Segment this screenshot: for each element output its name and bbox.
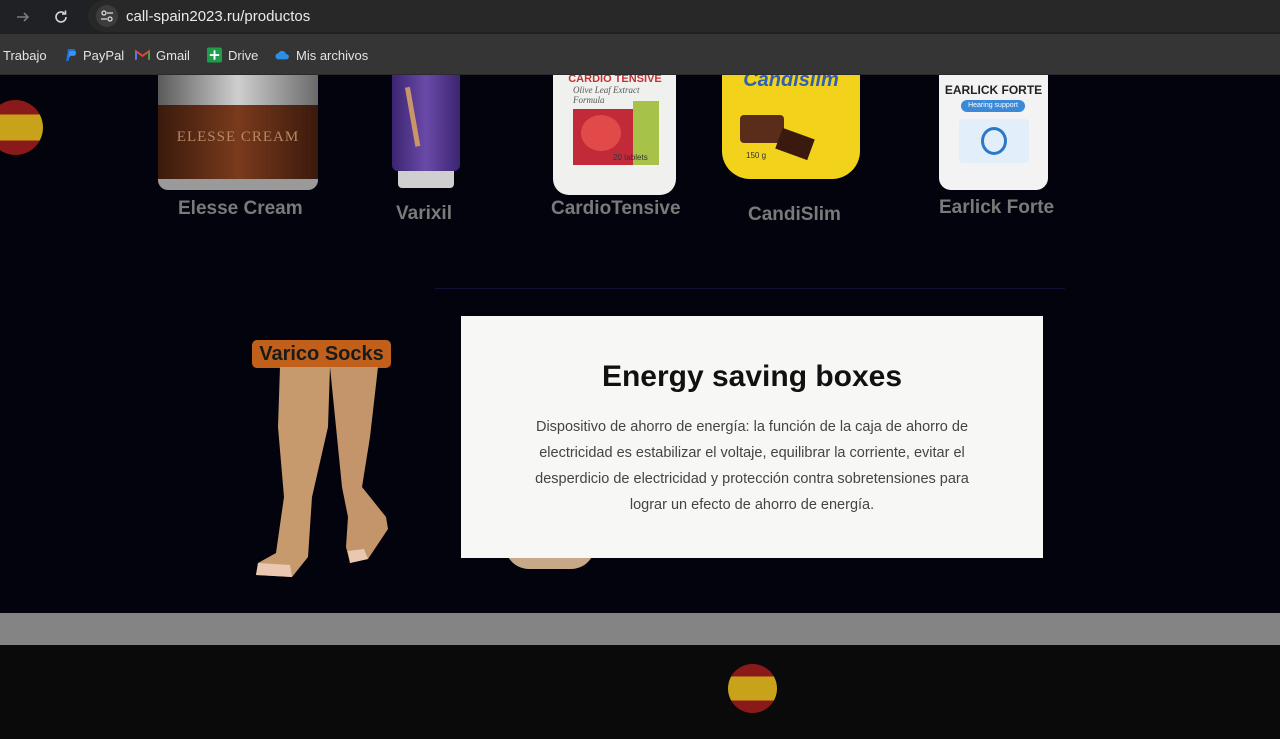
reload-icon[interactable] <box>49 5 73 29</box>
product-name-candislim[interactable]: CandiSlim <box>748 204 841 226</box>
bookmark-paypal[interactable]: PayPal <box>62 47 124 63</box>
product-image-cardiotensive[interactable]: CARDIO TENSIVE Olive Leaf Extract Formul… <box>553 75 676 195</box>
product-name-elesse-cream[interactable]: Elesse Cream <box>178 198 303 220</box>
product-image-candislim[interactable]: Candislim 150 g <box>722 75 860 179</box>
browser-toolbar: call-spain2023.ru/productos <box>0 0 1280 34</box>
product-image-elesse-cream[interactable]: ELESSE CREAM <box>158 75 318 190</box>
bookmark-label: Mis archivos <box>296 47 369 63</box>
bookmark-drive[interactable]: Drive <box>207 47 258 63</box>
package-count: 20 tablets <box>613 153 648 162</box>
section-separator <box>0 613 1280 645</box>
spain-flag-icon[interactable] <box>0 100 43 155</box>
package-text: EARLICK FORTE <box>944 83 1043 97</box>
bookmarks-bar: Trabajo PayPal Gmail Drive Mis archivos <box>0 34 1280 75</box>
gmail-icon <box>135 48 150 63</box>
product-name-varixil[interactable]: Varixil <box>396 203 452 225</box>
product-name-cardiotensive[interactable]: CardioTensive <box>551 198 681 220</box>
bookmark-trabajo[interactable]: Trabajo <box>3 47 47 63</box>
bookmark-label: Trabajo <box>3 47 47 63</box>
url-text: call-spain2023.ru/productos <box>126 8 311 25</box>
bookmark-label: Gmail <box>156 47 190 63</box>
varico-socks-label[interactable]: Varico Socks <box>252 340 391 368</box>
paypal-icon <box>62 48 77 63</box>
product-image-varixil[interactable] <box>390 75 462 188</box>
product-popup[interactable]: Energy saving boxes Dispositivo de ahorr… <box>461 316 1043 558</box>
package-weight: 150 g <box>746 151 767 160</box>
page-content: ELESSE CREAM Elesse Cream Varixil CARDIO… <box>0 75 1280 739</box>
forward-arrow-icon[interactable] <box>11 5 35 29</box>
bookmark-label: PayPal <box>83 47 125 63</box>
address-bar[interactable]: call-spain2023.ru/productos <box>88 0 1280 32</box>
section-divider <box>435 288 1065 289</box>
product-image-earlick-forte[interactable]: EARLICK FORTE Hearing support <box>939 75 1048 190</box>
package-text: CARDIO TENSIVE <box>568 75 662 85</box>
popup-title: Energy saving boxes <box>601 360 903 393</box>
bookmark-gmail[interactable]: Gmail <box>135 47 190 63</box>
popup-description: Dispositivo de ahorro de energía: la fun… <box>535 419 969 513</box>
spain-flag-icon[interactable] <box>728 664 777 713</box>
bookmark-label: Drive <box>228 47 259 63</box>
onedrive-icon <box>275 48 290 63</box>
drive-icon <box>207 47 222 63</box>
site-settings-icon[interactable] <box>96 5 118 27</box>
product-image-varico-socks[interactable] <box>250 367 395 579</box>
bookmark-mis-archivos[interactable]: Mis archivos <box>275 47 368 63</box>
footer <box>0 645 1280 739</box>
package-text: ELESSE CREAM <box>176 129 300 145</box>
package-subtext: Hearing support <box>961 100 1025 112</box>
package-text: Candislim <box>743 75 839 91</box>
product-name-earlick-forte[interactable]: Earlick Forte <box>939 197 1054 219</box>
